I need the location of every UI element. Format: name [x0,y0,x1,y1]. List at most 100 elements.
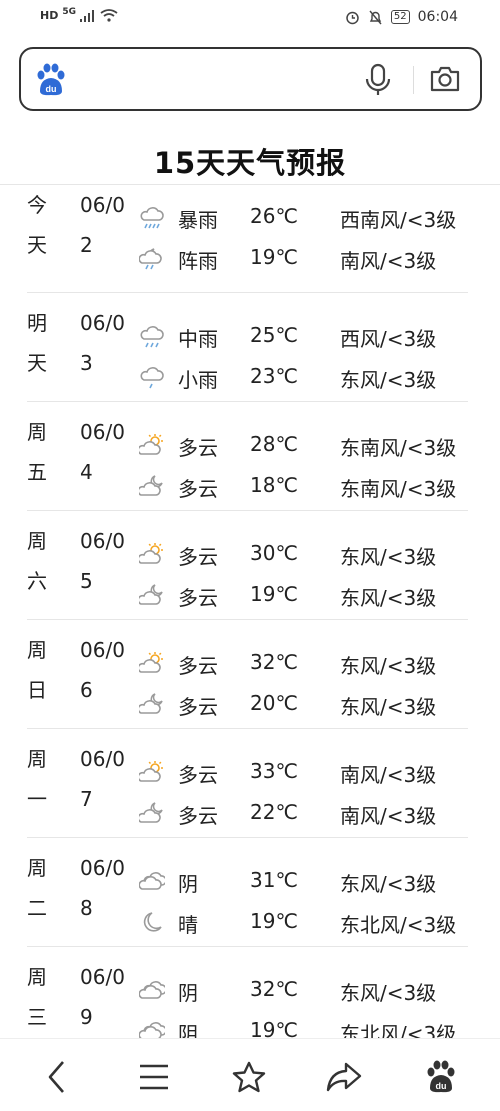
light-rain-icon [140,367,164,389]
nighttime-forecast: 小雨 23℃ 东风/<3级 [139,357,469,397]
overcast-icon [139,1022,165,1038]
wifi-icon [100,9,118,22]
daytime-forecast: 多云 28℃ 东南风/<3级 [139,425,469,465]
condition-label: 阴 [178,981,198,1005]
condition-label: 小雨 [178,368,218,392]
status-right: 52 06:04 [345,9,458,25]
date-label: 06/04 [80,420,125,484]
forecast-day-row[interactable]: 周五 06/04 多云 28℃ 东南风/<3级 多云 18℃ 东南风/<3级 [27,402,468,511]
temperature-label: 18℃ [250,473,298,497]
forecast-day-row[interactable]: 周一 06/07 多云 33℃ 南风/<3级 多云 22℃ 南风/<3级 [27,729,468,838]
wind-label: 南风/<3级 [340,249,437,273]
date-label: 06/06 [80,638,125,702]
condition-label: 中雨 [178,327,218,351]
menu-icon [140,1064,168,1090]
wind-label: 东风/<3级 [340,545,437,569]
partly-cloudy-night-icon [139,693,163,714]
temperature-label: 19℃ [250,245,298,269]
clock: 06:04 [417,9,458,25]
temperature-label: 23℃ [250,364,298,388]
date-label: 06/08 [80,856,125,920]
temperature-label: 19℃ [250,909,298,933]
daytime-forecast: 多云 33℃ 南风/<3级 [139,752,469,792]
wind-label: 西南风/<3级 [340,208,457,232]
forecast-day-row[interactable]: 周日 06/06 多云 32℃ 东风/<3级 多云 20℃ 东风/<3级 [27,620,468,729]
forecast-day-row[interactable]: 周二 06/08 阴 31℃ 东风/<3级 晴 19℃ 东北风/<3级 [27,838,468,947]
temperature-label: 32℃ [250,977,298,1001]
share-button[interactable] [324,1057,364,1097]
wind-label: 东南风/<3级 [340,477,457,501]
daytime-forecast: 阴 31℃ 东风/<3级 [139,861,469,901]
daytime-forecast: 多云 30℃ 东风/<3级 [139,534,469,574]
temperature-label: 25℃ [250,323,298,347]
temperature-label: 20℃ [250,691,298,715]
nighttime-forecast: 阵雨 19℃ 南风/<3级 [139,238,469,278]
temperature-label: 31℃ [250,868,298,892]
date-label: 06/09 [80,965,125,1029]
date-label: 06/03 [80,311,125,375]
wind-label: 东风/<3级 [340,586,437,610]
temperature-label: 33℃ [250,759,298,783]
condition-label: 多云 [178,586,218,610]
overcast-icon [139,872,165,890]
forecast-list[interactable]: 今天 06/02 暴雨 26℃ 西南风/<3级 阵雨 19℃ 南风/<3级 明天… [0,185,500,1038]
microphone-icon[interactable] [363,63,393,97]
baidu-logo-icon[interactable]: du [35,63,67,97]
back-button[interactable] [37,1057,77,1097]
condition-label: 阴 [178,1022,198,1038]
temperature-label: 26℃ [250,204,298,228]
partly-cloudy-day-icon [139,652,163,673]
wind-label: 东南风/<3级 [340,436,457,460]
daytime-forecast: 阴 32℃ 东风/<3级 [139,970,469,1010]
moderate-rain-icon [140,326,164,348]
temperature-label: 19℃ [250,1018,298,1038]
nighttime-forecast: 多云 22℃ 南风/<3级 [139,793,469,833]
temperature-label: 30℃ [250,541,298,565]
condition-label: 多云 [178,477,218,501]
wind-label: 东风/<3级 [340,981,437,1005]
status-left: HD 5G [40,7,118,22]
baidu-home-button[interactable]: du [421,1057,461,1097]
wind-label: 东北风/<3级 [340,1022,457,1038]
condition-label: 多云 [178,545,218,569]
camera-icon[interactable] [429,63,461,95]
baidu-home-text: du [436,1081,447,1091]
favorite-button[interactable] [229,1057,269,1097]
forecast-day-row[interactable]: 周六 06/05 多云 30℃ 东风/<3级 多云 19℃ 东风/<3级 [27,511,468,620]
partly-cloudy-day-icon [139,543,163,564]
wind-label: 南风/<3级 [340,804,437,828]
baidu-logo-text: du [46,84,57,94]
menu-button[interactable] [134,1057,174,1097]
condition-label: 多云 [178,695,218,719]
wind-label: 东北风/<3级 [340,913,457,937]
condition-label: 阵雨 [178,249,218,273]
mute-icon [369,10,382,24]
daytime-forecast: 多云 32℃ 东风/<3级 [139,643,469,683]
battery-level: 52 [390,10,410,24]
daytime-forecast: 暴雨 26℃ 西南风/<3级 [139,197,469,237]
day-label: 周三 [27,965,47,1029]
forecast-day-row[interactable]: 今天 06/02 暴雨 26℃ 西南风/<3级 阵雨 19℃ 南风/<3级 [27,185,468,293]
baidu-home-icon: du [427,1060,455,1093]
wind-label: 东风/<3级 [340,368,437,392]
clear-night-icon [143,912,162,932]
wind-label: 西风/<3级 [340,327,437,351]
bottom-navigation: du [0,1038,500,1111]
shower-night-icon [139,248,162,270]
forecast-day-row[interactable]: 明天 06/03 中雨 25℃ 西风/<3级 小雨 23℃ 东风/<3级 [27,293,468,402]
day-label: 周日 [27,638,47,702]
condition-label: 多云 [178,654,218,678]
date-label: 06/05 [80,529,125,593]
daytime-forecast: 中雨 25℃ 西风/<3级 [139,316,469,356]
condition-label: 多云 [178,763,218,787]
partly-cloudy-night-icon [139,584,163,605]
back-icon [48,1061,64,1093]
temperature-label: 32℃ [250,650,298,674]
wind-label: 东风/<3级 [340,695,437,719]
heavy-rain-icon [140,207,164,229]
date-label: 06/07 [80,747,125,811]
day-label: 周六 [27,529,47,593]
partly-cloudy-night-icon [139,802,163,823]
forecast-day-row[interactable]: 周三 06/09 阴 32℃ 东风/<3级 阴 19℃ 东北风/<3级 [27,947,468,1038]
search-bar[interactable]: du [19,47,482,111]
